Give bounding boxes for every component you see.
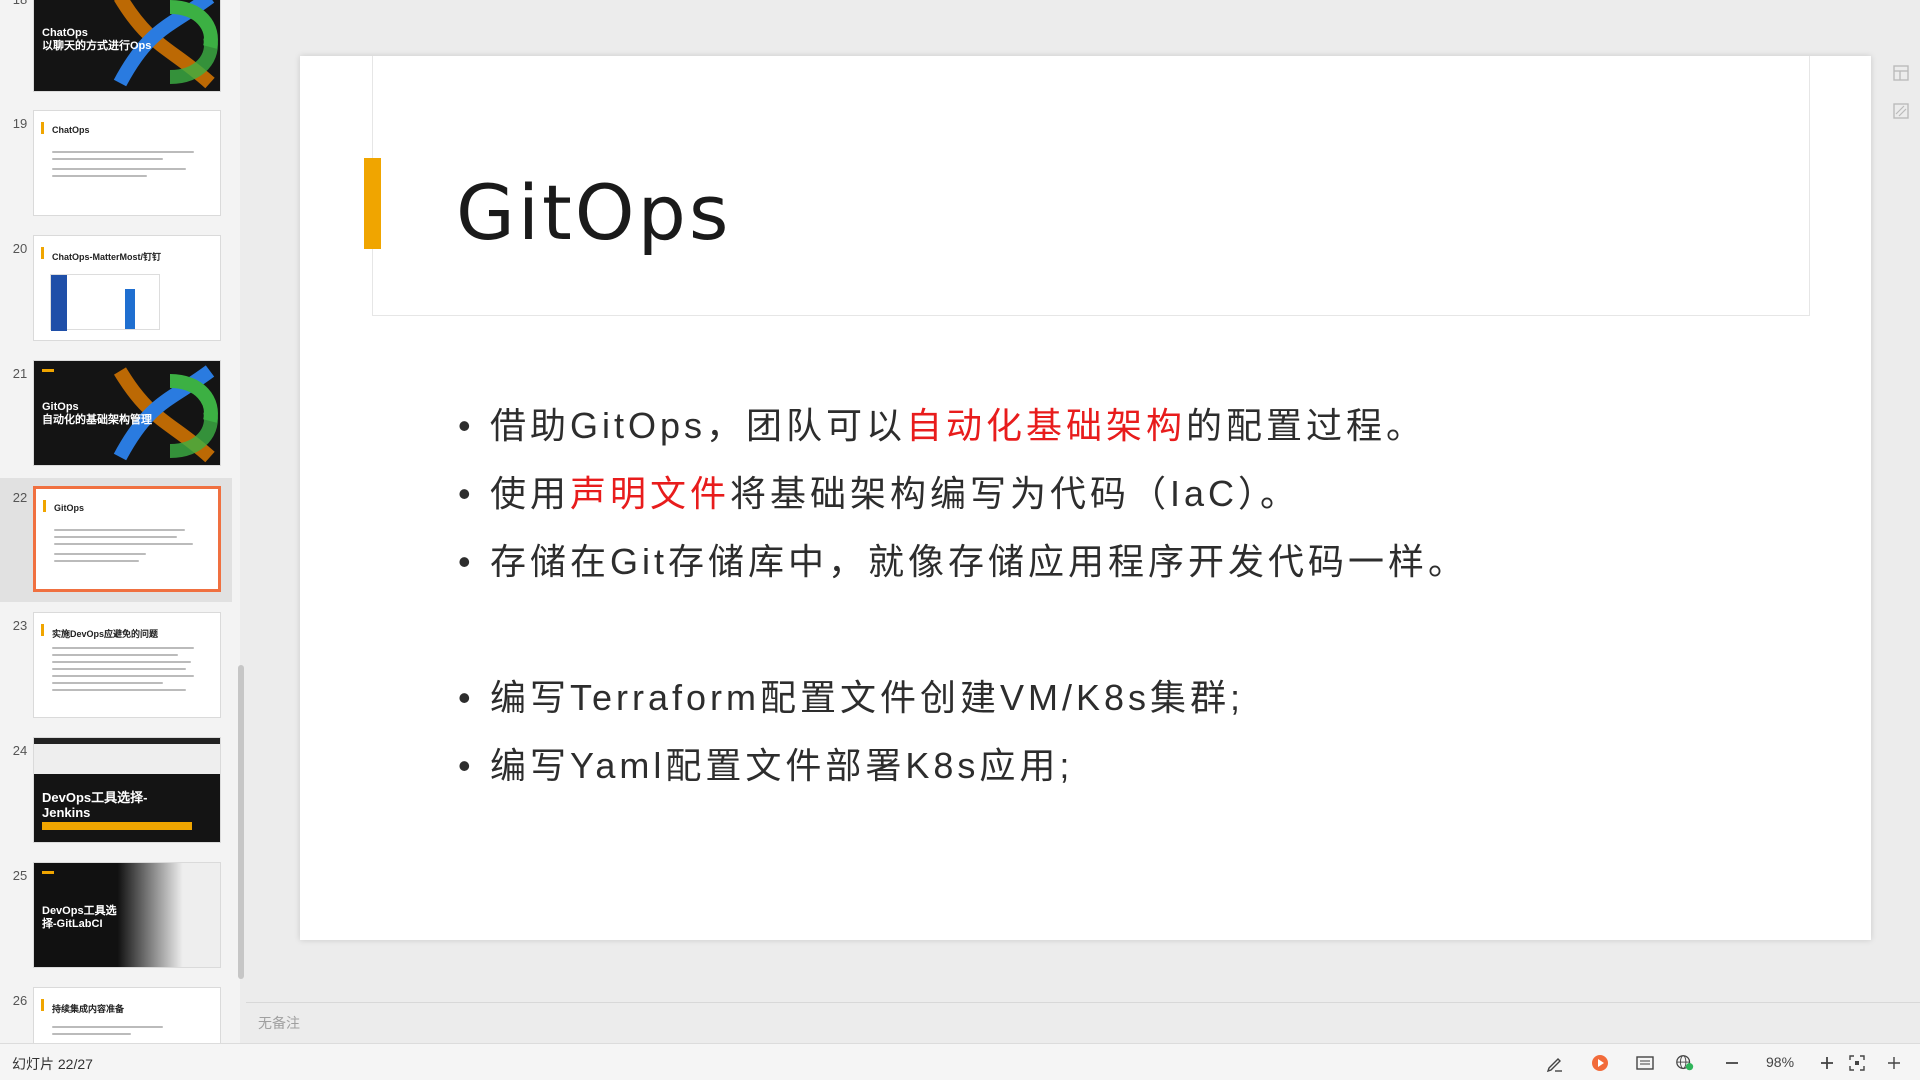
slide-canvas[interactable]: GitOps • 借助GitOps，团队可以自动化基础架构的配置过程。 • 使用声明… — [300, 56, 1871, 940]
thumbnail-number: 25 — [12, 868, 28, 883]
thumbnail-number: 22 — [12, 490, 28, 505]
thumbnail-slide-19[interactable]: ChatOps — [33, 110, 221, 216]
bullet-item: • 使用声明文件将基础架构编写为代码（IaC）。 — [458, 473, 1301, 514]
thumbnail-accent-bar — [41, 999, 44, 1011]
thumbnail-title: GitOps 自动化的基础架构管理 — [42, 401, 152, 426]
bullet-item: • 编写Terraform配置文件创建VM/K8s集群; — [458, 677, 1245, 718]
thumbnail-slide-22[interactable]: GitOps — [33, 486, 221, 592]
thumbnail-scrollbar[interactable] — [238, 665, 244, 979]
fit-window-icon[interactable] — [1847, 1053, 1867, 1073]
thumbnail-accent-bar — [42, 822, 192, 830]
thumbnail-accent-bar — [41, 247, 44, 259]
zoom-in-icon[interactable] — [1817, 1053, 1837, 1073]
thumbnail-number: 20 — [12, 241, 28, 256]
highlight-text: 声明文件 — [570, 473, 731, 514]
highlight-text: 自动化基础架构 — [906, 405, 1187, 446]
thumbnail-row-25[interactable]: 25 DevOps工具选 择-GitLabCI — [0, 862, 232, 976]
thumbnail-row-23[interactable]: 23 实施DevOps应避免的问题 — [0, 612, 232, 726]
zoom-level[interactable]: 98% — [1766, 1054, 1794, 1070]
thumbnail-slide-20[interactable]: ChatOps-MatterMost/钉钉 — [33, 235, 221, 341]
thumbnail-slide-23[interactable]: 实施DevOps应避免的问题 — [33, 612, 221, 718]
thumbnail-number: 23 — [12, 618, 28, 633]
thumbnail-row-19[interactable]: 19 ChatOps — [0, 110, 232, 224]
thumbnail-slide-26[interactable]: 持续集成内容准备 — [33, 987, 221, 1043]
background-icon[interactable] — [1892, 102, 1910, 120]
thumbnail-row-21[interactable]: 21 GitOps 自动化的基础架构管理 — [0, 360, 232, 474]
thumbnail-slide-18[interactable]: ChatOps 以聊天的方式进行Ops — [33, 0, 221, 92]
thumbnail-number: 19 — [12, 116, 28, 131]
thumbnail-text-lines — [52, 1026, 210, 1040]
title-accent-bar — [364, 158, 381, 249]
layout-icon[interactable] — [1892, 64, 1910, 82]
status-bar: 幻灯片 22/27 98% — [0, 1043, 1920, 1080]
bullet-item: • 存储在Git存储库中，就像存储应用程序开发代码一样。 — [458, 541, 1469, 582]
thumbnail-slide-24[interactable]: DevOps工具选择- Jenkins — [33, 737, 221, 843]
thumbnail-title: 持续集成内容准备 — [52, 1004, 125, 1014]
thumbnail-accent-bar — [41, 624, 44, 636]
thumbnail-screenshot — [34, 738, 220, 774]
thumbnail-screenshot — [50, 274, 160, 331]
thumbnail-text-lines — [52, 647, 210, 696]
thumbnail-row-18[interactable]: 18 ChatOps 以聊天的方式进行Ops — [0, 0, 232, 100]
reading-view-icon[interactable] — [1635, 1053, 1655, 1073]
collapse-icon[interactable] — [1884, 1053, 1904, 1073]
thumbnail-accent-bar — [42, 871, 54, 874]
bullet-item: • 借助GitOps，团队可以自动化基础架构的配置过程。 — [458, 405, 1427, 446]
slide-thumbnail-panel: 18 ChatOps 以聊天的方式进行Ops 19 ChatOps 20 Cha… — [0, 0, 240, 1043]
zoom-out-icon[interactable] — [1722, 1053, 1742, 1073]
thumbnail-text-lines — [54, 529, 208, 567]
thumbnail-number: 18 — [10, 0, 30, 7]
pen-annotation-icon[interactable] — [1545, 1053, 1565, 1073]
thumbnail-title: GitOps — [54, 503, 85, 513]
play-slideshow-icon[interactable] — [1590, 1053, 1610, 1073]
thumbnail-number: 24 — [12, 743, 28, 758]
thumbnail-number: 26 — [12, 993, 28, 1008]
thumbnail-row-26[interactable]: 26 持续集成内容准备 — [0, 987, 232, 1043]
thumbnail-row-22[interactable]: 22 GitOps — [0, 478, 232, 602]
thumbnail-title: 实施DevOps应避免的问题 — [52, 629, 159, 639]
bullet-item: • 编写Yaml配置文件部署K8s应用; — [458, 745, 1074, 786]
thumbnail-slide-25[interactable]: DevOps工具选 择-GitLabCI — [33, 862, 221, 968]
thumbnail-row-20[interactable]: 20 ChatOps-MatterMost/钉钉 — [0, 235, 232, 349]
thumbnail-title: DevOps工具选 择-GitLabCI — [42, 905, 117, 930]
thumbnail-title: ChatOps-MatterMost/钉钉 — [52, 252, 162, 262]
notes-pane[interactable]: 无备注 — [246, 1002, 1920, 1043]
thumbnail-text-lines — [52, 151, 210, 182]
thumbnail-title: ChatOps — [52, 125, 90, 135]
thumbnail-accent-bar — [43, 500, 46, 512]
slide-counter: 幻灯片 22/27 — [12, 1056, 93, 1072]
thumbnail-accent-bar — [41, 122, 44, 134]
slide-title[interactable]: GitOps — [456, 168, 731, 257]
web-status-icon[interactable] — [1675, 1053, 1695, 1073]
thumbnail-title: DevOps工具选择- Jenkins — [42, 790, 148, 820]
thumbnail-number: 21 — [12, 366, 28, 381]
thumbnail-row-24[interactable]: 24 DevOps工具选择- Jenkins — [0, 737, 232, 851]
notes-placeholder: 无备注 — [258, 1015, 300, 1031]
thumbnail-accent-bar — [42, 369, 54, 372]
thumbnail-title: ChatOps 以聊天的方式进行Ops — [42, 27, 152, 52]
thumbnail-slide-21[interactable]: GitOps 自动化的基础架构管理 — [33, 360, 221, 466]
bullet-list[interactable]: • 借助GitOps，团队可以自动化基础架构的配置过程。 • 使用声明文件将基础架构… — [458, 392, 1468, 800]
